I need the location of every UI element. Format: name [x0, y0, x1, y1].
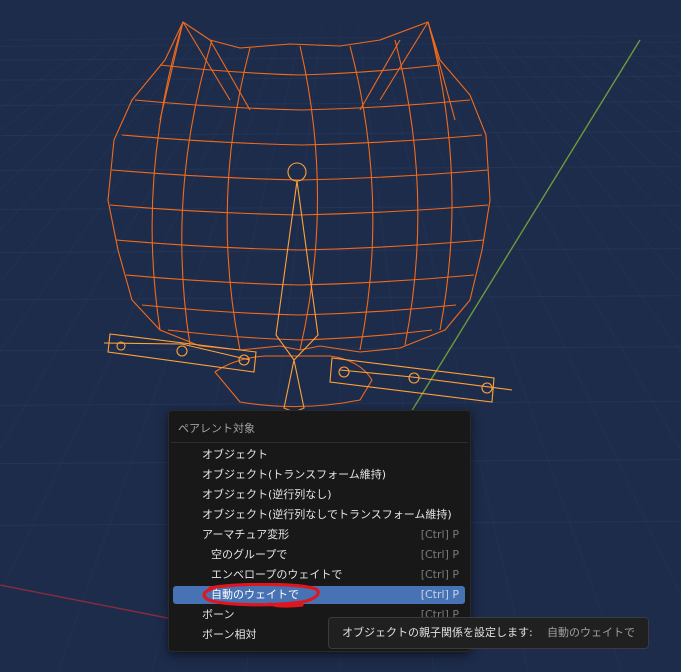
tooltip-text: オブジェクトの親子関係を設定します: [342, 626, 533, 639]
menu-item-object-without-inverse[interactable]: オブジェクト(逆行列なし) [173, 486, 465, 504]
menu-item-armature-deform[interactable]: アーマチュア変形 [Ctrl] P [173, 526, 465, 544]
menu-separator [171, 442, 468, 443]
menu-item-shortcut: [Ctrl] P [420, 548, 459, 561]
menu-title: ペアレント対象 [178, 422, 255, 435]
menu-item-shortcut: [Ctrl] P [420, 568, 459, 581]
tooltip-value: 自動のウェイトで [547, 626, 635, 639]
menu-item-label: エンベロープのウェイトで [211, 568, 343, 581]
menu-item-label: オブジェクト(逆行列なしでトランスフォーム維持) [202, 508, 452, 521]
menu-item-label: オブジェクト(逆行列なし) [202, 488, 332, 501]
menu-item-label: 自動のウェイトで [211, 588, 299, 601]
menu-item-label: アーマチュア変形 [202, 528, 290, 541]
menu-item-with-envelope-weights[interactable]: エンベロープのウェイトで [Ctrl] P [173, 566, 465, 584]
menu-item-shortcut: [Ctrl] P [420, 528, 459, 541]
menu-item-label: オブジェクト [202, 448, 268, 461]
menu-item-label: ボーン相対 [202, 628, 257, 641]
menu-item-with-empty-groups[interactable]: 空のグループで [Ctrl] P [173, 546, 465, 564]
menu-item-with-automatic-weights[interactable]: 自動のウェイトで [Ctrl] P [173, 586, 465, 604]
menu-item-object[interactable]: オブジェクト [173, 446, 465, 464]
menu-item-object-keep-transform-without-inverse[interactable]: オブジェクト(逆行列なしでトランスフォーム維持) [173, 506, 465, 524]
menu-item-object-keep-transform[interactable]: オブジェクト(トランスフォーム維持) [173, 466, 465, 484]
menu-item-label: オブジェクト(トランスフォーム維持) [202, 468, 387, 481]
parent-to-menu: ペアレント対象 オブジェクト オブジェクト(トランスフォーム維持) オブジェクト… [168, 410, 471, 652]
menu-item-label: ボーン [202, 608, 235, 621]
menu-item-shortcut: [Ctrl] P [420, 588, 459, 601]
menu-item-label: 空のグループで [211, 548, 288, 561]
tooltip: オブジェクトの親子関係を設定します: 自動のウェイトで [328, 617, 649, 649]
